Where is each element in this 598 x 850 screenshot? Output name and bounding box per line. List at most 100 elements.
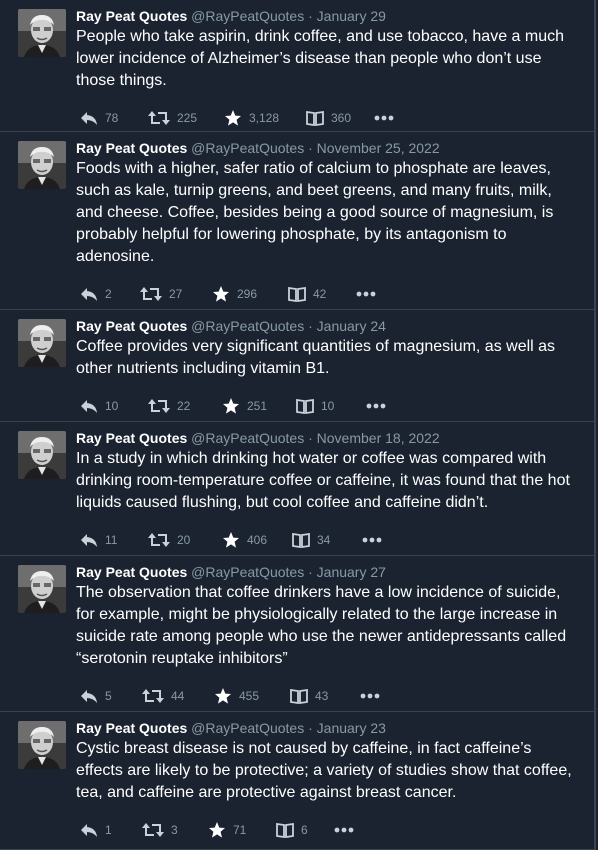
retweet-button[interactable]: 225 xyxy=(148,110,224,126)
avatar[interactable] xyxy=(18,565,66,613)
author-handle[interactable]: @RayPeatQuotes xyxy=(191,8,304,24)
author-name[interactable]: Ray Peat Quotes xyxy=(76,140,187,156)
retweet-icon xyxy=(142,688,164,704)
bookmark-count: 43 xyxy=(315,689,329,703)
star-icon xyxy=(222,397,240,415)
avatar[interactable] xyxy=(18,319,66,367)
bookmark-button[interactable]: 42 xyxy=(288,286,356,302)
tweet-actions: 5 44 455 43 xyxy=(76,686,584,706)
more-button[interactable] xyxy=(334,827,354,833)
tweet-header: Ray Peat Quotes @RayPeatQuotes · January… xyxy=(76,719,584,737)
book-icon xyxy=(290,688,308,704)
retweet-count: 27 xyxy=(169,287,183,301)
retweet-icon xyxy=(148,110,170,126)
retweet-button[interactable]: 20 xyxy=(148,532,222,548)
like-count: 71 xyxy=(233,823,247,837)
more-icon xyxy=(362,537,382,543)
author-handle[interactable]: @RayPeatQuotes xyxy=(191,318,304,334)
tweet-header: Ray Peat Quotes @RayPeatQuotes · January… xyxy=(76,7,584,25)
book-icon xyxy=(276,822,294,838)
tweet[interactable]: Ray Peat Quotes @RayPeatQuotes · January… xyxy=(0,556,594,712)
separator: · xyxy=(308,318,313,334)
more-button[interactable] xyxy=(360,693,380,699)
star-icon xyxy=(224,109,242,127)
reply-count: 78 xyxy=(105,111,119,125)
tweet[interactable]: Ray Peat Quotes @RayPeatQuotes · January… xyxy=(0,712,594,850)
more-button[interactable] xyxy=(366,403,386,409)
author-name[interactable]: Ray Peat Quotes xyxy=(76,564,187,580)
tweet-date[interactable]: January 23 xyxy=(317,720,386,736)
star-icon xyxy=(208,821,226,839)
more-icon xyxy=(366,403,386,409)
separator: · xyxy=(308,564,313,580)
like-count: 296 xyxy=(237,287,258,301)
retweet-button[interactable]: 27 xyxy=(140,286,212,302)
reply-icon xyxy=(80,398,98,414)
avatar[interactable] xyxy=(18,431,66,479)
star-icon xyxy=(212,285,230,303)
more-button[interactable] xyxy=(356,291,376,297)
retweet-button[interactable]: 3 xyxy=(142,822,208,838)
tweet-date[interactable]: January 29 xyxy=(317,8,386,24)
bookmark-button[interactable]: 34 xyxy=(292,532,362,548)
tweet-date[interactable]: November 18, 2022 xyxy=(317,430,440,446)
bookmark-count: 42 xyxy=(313,287,327,301)
author-name[interactable]: Ray Peat Quotes xyxy=(76,430,187,446)
tweet[interactable]: Ray Peat Quotes @RayPeatQuotes · January… xyxy=(0,310,594,422)
more-button[interactable] xyxy=(374,115,394,121)
more-button[interactable] xyxy=(362,537,382,543)
reply-button[interactable]: 10 xyxy=(80,398,148,414)
tweet-header: Ray Peat Quotes @RayPeatQuotes · Novembe… xyxy=(76,429,584,447)
reply-button[interactable]: 78 xyxy=(80,110,148,126)
reply-count: 5 xyxy=(105,689,112,703)
reply-button[interactable]: 2 xyxy=(80,286,140,302)
reply-count: 1 xyxy=(105,823,112,837)
author-handle[interactable]: @RayPeatQuotes xyxy=(191,140,304,156)
retweet-count: 20 xyxy=(177,533,191,547)
tweet[interactable]: Ray Peat Quotes @RayPeatQuotes · Novembe… xyxy=(0,132,594,310)
tweet[interactable]: Ray Peat Quotes @RayPeatQuotes · Novembe… xyxy=(0,422,594,556)
like-button[interactable]: 251 xyxy=(222,397,296,415)
bookmark-button[interactable]: 360 xyxy=(306,110,374,126)
tweet[interactable]: Ray Peat Quotes @RayPeatQuotes · January… xyxy=(0,0,594,132)
avatar[interactable] xyxy=(18,721,66,769)
separator: · xyxy=(308,8,313,24)
tweet-date[interactable]: November 25, 2022 xyxy=(317,140,440,156)
reply-count: 2 xyxy=(105,287,112,301)
reply-button[interactable]: 1 xyxy=(80,822,142,838)
tweet-header: Ray Peat Quotes @RayPeatQuotes · January… xyxy=(76,317,584,335)
bookmark-count: 34 xyxy=(317,533,331,547)
reply-icon xyxy=(80,532,98,548)
author-handle[interactable]: @RayPeatQuotes xyxy=(191,564,304,580)
like-button[interactable]: 71 xyxy=(208,821,276,839)
author-name[interactable]: Ray Peat Quotes xyxy=(76,8,187,24)
book-icon xyxy=(292,532,310,548)
like-button[interactable]: 296 xyxy=(212,285,288,303)
reply-button[interactable]: 11 xyxy=(80,532,148,548)
tweet-header: Ray Peat Quotes @RayPeatQuotes · Novembe… xyxy=(76,139,584,157)
tweet-feed: Ray Peat Quotes @RayPeatQuotes · January… xyxy=(0,0,596,850)
bookmark-button[interactable]: 43 xyxy=(290,688,360,704)
reply-button[interactable]: 5 xyxy=(80,688,142,704)
retweet-icon xyxy=(140,286,162,302)
tweet-date[interactable]: January 27 xyxy=(317,564,386,580)
separator: · xyxy=(308,720,313,736)
tweet-actions: 1 3 71 6 xyxy=(76,820,584,840)
like-button[interactable]: 455 xyxy=(214,687,290,705)
retweet-button[interactable]: 44 xyxy=(142,688,214,704)
bookmark-button[interactable]: 6 xyxy=(276,822,334,838)
like-button[interactable]: 3,128 xyxy=(224,109,306,127)
more-icon xyxy=(360,693,380,699)
author-handle[interactable]: @RayPeatQuotes xyxy=(191,430,304,446)
avatar[interactable] xyxy=(18,141,66,189)
like-button[interactable]: 406 xyxy=(222,531,292,549)
avatar[interactable] xyxy=(18,9,66,57)
star-icon xyxy=(222,531,240,549)
author-name[interactable]: Ray Peat Quotes xyxy=(76,720,187,736)
bookmark-button[interactable]: 10 xyxy=(296,398,366,414)
author-name[interactable]: Ray Peat Quotes xyxy=(76,318,187,334)
tweet-date[interactable]: January 24 xyxy=(317,318,386,334)
author-handle[interactable]: @RayPeatQuotes xyxy=(191,720,304,736)
more-icon xyxy=(374,115,394,121)
retweet-button[interactable]: 22 xyxy=(148,398,222,414)
